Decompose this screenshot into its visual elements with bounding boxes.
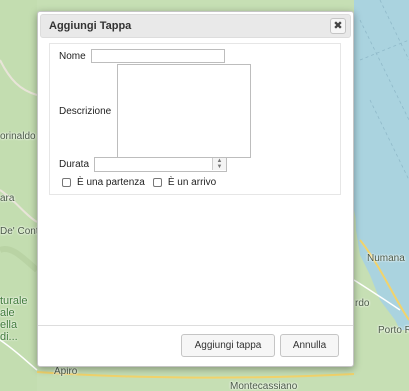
name-label: Nome [59, 51, 86, 62]
description-textarea[interactable] [117, 64, 251, 158]
dialog-title: Aggiungi Tappa [49, 20, 132, 32]
map-label-4: turale [0, 295, 28, 307]
name-input[interactable] [91, 49, 225, 63]
description-label: Descrizione [59, 106, 112, 117]
close-button[interactable]: ✖ [330, 18, 346, 34]
map-label-8: Apiro [54, 366, 78, 377]
add-stop-button[interactable]: Aggiungi tappa [181, 334, 275, 357]
stepper-down-icon[interactable]: ▼ [213, 164, 226, 170]
map-label-11: rdo [355, 298, 370, 309]
cancel-button[interactable]: Annulla [280, 334, 339, 357]
checkbox-row: È una partenza È un arrivo [62, 177, 224, 188]
dialog-form: Nome Descrizione Durata ▲ ▼ È una parten… [49, 43, 341, 195]
start-checkbox-label[interactable]: È una partenza [77, 177, 145, 188]
start-checkbox[interactable] [62, 178, 71, 187]
map-label-2: ara [0, 193, 15, 204]
end-checkbox-label[interactable]: È un arrivo [168, 177, 216, 188]
map-label-10: Porto R [378, 325, 409, 336]
duration-label: Durata [59, 159, 90, 170]
map-label-1: orinaldo [0, 131, 36, 142]
map-label-9: Numana [367, 253, 405, 264]
close-icon: ✖ [333, 19, 343, 32]
map-label-6: ella [0, 319, 18, 331]
duration-input[interactable] [94, 157, 227, 172]
dialog-titlebar[interactable]: Aggiungi Tappa ✖ [40, 14, 351, 38]
map-label-7: di... [0, 331, 18, 343]
map-label-12: Montecassiano [230, 381, 298, 391]
duration-stepper[interactable]: ▲ ▼ [212, 158, 226, 170]
add-stop-dialog: Aggiungi Tappa ✖ Nome Descrizione Durata… [37, 11, 354, 367]
button-pane-divider [38, 325, 353, 326]
end-checkbox[interactable] [152, 178, 162, 187]
duration-field: ▲ ▼ [94, 157, 227, 172]
map-label-5: ale [0, 307, 15, 319]
map-label-3: De' Cont [0, 226, 39, 237]
